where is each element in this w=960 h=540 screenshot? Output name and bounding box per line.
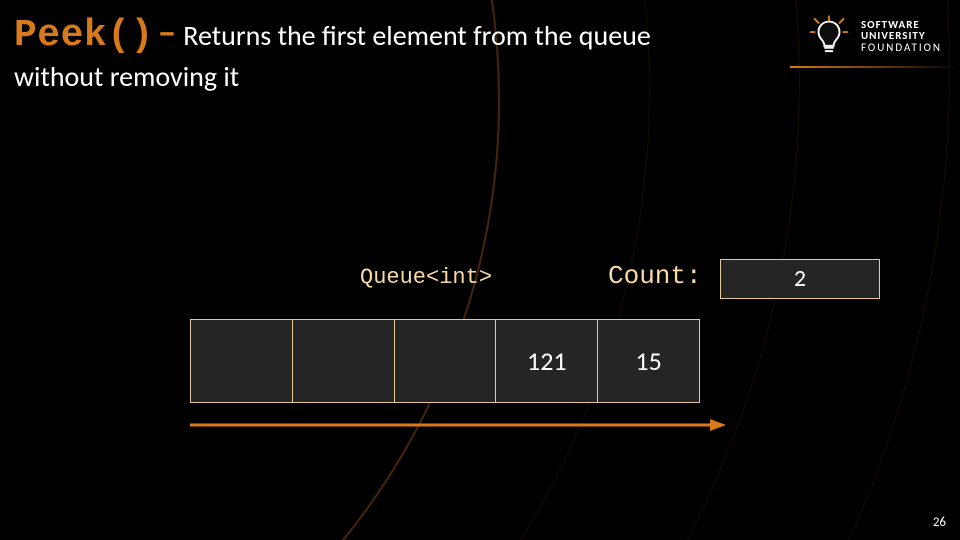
queue-container: 121 15	[190, 319, 700, 403]
queue-cell: 121	[495, 319, 597, 403]
queue-cell	[190, 319, 292, 403]
brand-divider	[790, 66, 960, 68]
brand-line3: FOUNDATION	[861, 42, 942, 54]
queue-cell	[394, 319, 496, 403]
queue-cell: 15	[597, 319, 700, 403]
direction-arrow	[190, 415, 730, 447]
queue-cell	[292, 319, 394, 403]
title-desc-line1: Returns the first element from the queue	[183, 18, 651, 53]
brand-logo: SOFTWARE UNIVERSITY FOUNDATION	[807, 14, 942, 58]
title-dash: –	[157, 10, 176, 56]
count-label: Count:	[608, 261, 702, 291]
method-name: Peek()	[14, 14, 154, 57]
brand-text: SOFTWARE UNIVERSITY FOUNDATION	[861, 19, 942, 54]
lightbulb-icon	[807, 14, 851, 58]
count-value-box: 2	[720, 259, 880, 299]
slide-title-block: Peek() – Returns the first element from …	[14, 10, 774, 94]
queue-type-label: Queue<int>	[360, 265, 492, 290]
page-number: 26	[933, 515, 946, 530]
title-desc-line2: without removing it	[14, 59, 774, 94]
